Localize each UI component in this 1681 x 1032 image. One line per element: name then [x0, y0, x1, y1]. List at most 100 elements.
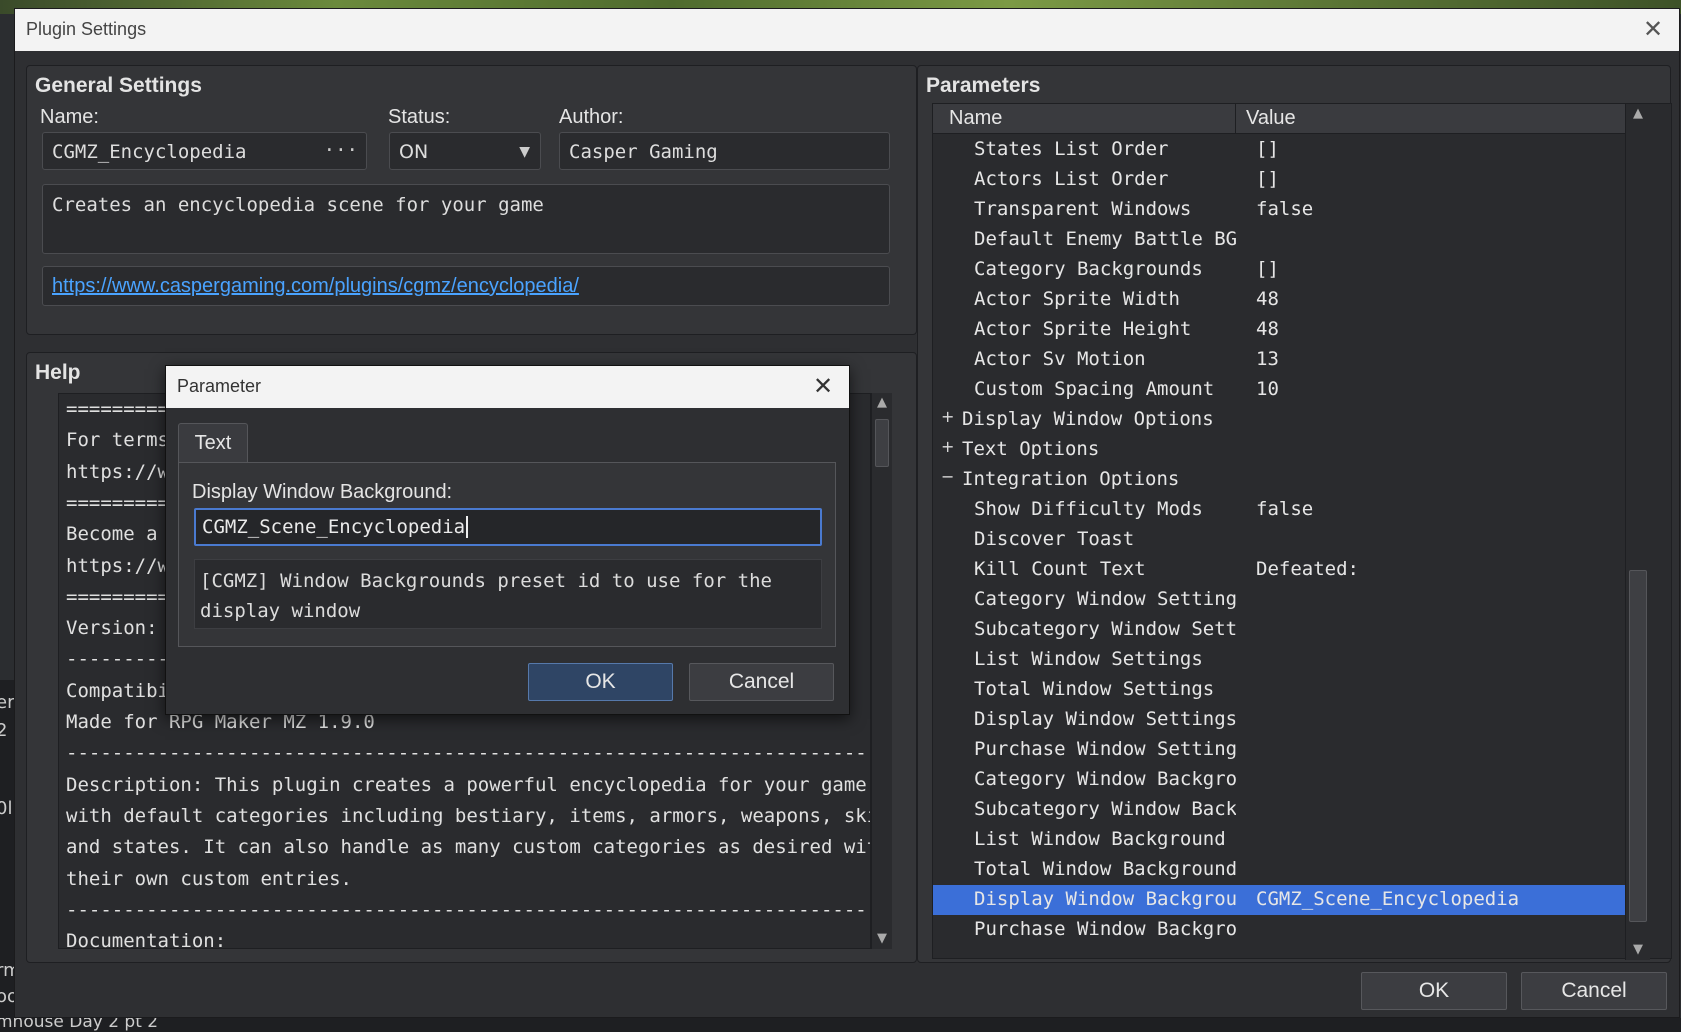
background-fragment: er	[0, 692, 14, 713]
tree-row[interactable]: Actors List Order []	[933, 165, 1625, 195]
param-name: Total Window Settings	[974, 678, 1215, 700]
help-line: ----------------------------------------…	[66, 898, 871, 921]
scroll-down-icon[interactable]: ▼	[872, 929, 892, 949]
description-field[interactable]: Creates an encyclopedia scene for your g…	[42, 184, 890, 254]
tree-row[interactable]: List Window Background	[933, 825, 1625, 855]
tree-row-selected[interactable]: Display Window Background CGMZ_Scene_Ency…	[933, 885, 1625, 915]
tree-row[interactable]: Default Enemy Battle BGM	[933, 225, 1625, 255]
param-name: Display Window Background	[974, 888, 1236, 910]
tree-row[interactable]: Category Backgrounds []	[933, 255, 1625, 285]
ok-button[interactable]: OK	[1361, 972, 1507, 1010]
tree-row[interactable]: Discover Toast	[933, 525, 1625, 555]
param-name: Discover Toast	[974, 528, 1135, 550]
help-scrollbar[interactable]: ▲ ▼	[871, 393, 892, 949]
scroll-up-icon[interactable]: ▲	[872, 393, 892, 413]
parameters-scrollbar[interactable]: ▲ ▼	[1625, 104, 1650, 960]
dialog-input-text: CGMZ_Scene_Encyclopedia	[202, 516, 466, 538]
help-line: Description: This plugin creates a power…	[66, 773, 871, 796]
dialog-title: Parameter	[177, 376, 262, 396]
dialog-ok-button[interactable]: OK	[528, 663, 673, 701]
help-line: =========	[66, 585, 169, 608]
status-value: ON	[399, 141, 429, 163]
tree-header: Name Value	[933, 104, 1625, 134]
param-name: Actor Sv Motion	[974, 348, 1146, 370]
scroll-down-icon[interactable]: ▼	[1626, 940, 1650, 960]
col-name-header[interactable]: Name	[949, 107, 1002, 130]
dialog-field-label: Display Window Background:	[192, 481, 453, 503]
tree-row[interactable]: + Text Options	[933, 435, 1625, 465]
parameters-scroll-thumb[interactable]	[1629, 570, 1647, 922]
url-field[interactable]: https://www.caspergaming.com/plugins/cgm…	[42, 266, 890, 306]
tree-row[interactable]: Total Window Settings	[933, 675, 1625, 705]
param-name: List Window Background	[974, 828, 1226, 850]
background-bottom-text: mhouse Day 2 pt 2	[0, 1018, 1681, 1032]
param-value: 48	[1256, 318, 1279, 340]
tree-row[interactable]: List Window Settings	[933, 645, 1625, 675]
tab-text[interactable]: Text	[178, 423, 248, 463]
tree-row[interactable]: Category Window Settings	[933, 585, 1625, 615]
dialog-cancel-button[interactable]: Cancel	[689, 663, 834, 701]
close-icon[interactable]: ✕	[807, 371, 839, 403]
background-fragment: rm	[0, 960, 14, 981]
tree-row[interactable]: Subcategory Window Sett···	[933, 615, 1625, 645]
param-name: Purchase Window Settings	[974, 738, 1236, 760]
param-name: Actors List Order	[974, 168, 1169, 190]
help-line: =========	[66, 491, 169, 514]
param-name: List Window Settings	[974, 648, 1203, 670]
dialog-value-input[interactable]: CGMZ_Scene_Encyclopedia	[194, 508, 822, 546]
general-settings-group: General Settings Name: CGMZ_Encyclopedia…	[26, 65, 917, 335]
help-line: and states. It can also handle as many c…	[66, 836, 871, 859]
tree-row[interactable]: − Integration Options	[933, 465, 1625, 495]
name-field[interactable]: CGMZ_Encyclopedia ···	[42, 132, 367, 170]
background-fragment: 0l	[0, 798, 13, 819]
tree-row[interactable]: Actor Sprite Height 48	[933, 315, 1625, 345]
status-select[interactable]: ON ▼	[389, 132, 541, 170]
tree-row[interactable]: Purchase Window Backgro···	[933, 915, 1625, 945]
tree-row[interactable]: Transparent Windows false	[933, 195, 1625, 225]
title-bar: Plugin Settings ✕	[15, 9, 1679, 51]
param-value: false	[1256, 498, 1314, 520]
tree-row[interactable]: Subcategory Window Back···	[933, 795, 1625, 825]
tree-row[interactable]: Kill Count Text Defeated:	[933, 555, 1625, 585]
param-value: 10	[1256, 378, 1279, 400]
param-name: Total Window Background	[974, 858, 1236, 880]
name-value: CGMZ_Encyclopedia	[52, 141, 247, 163]
param-name: Display Window Options	[962, 408, 1214, 430]
tree-row[interactable]: States List Order []	[933, 135, 1625, 165]
plugin-url-link[interactable]: https://www.caspergaming.com/plugins/cgm…	[52, 275, 579, 297]
param-value: []	[1256, 138, 1279, 160]
window-title: Plugin Settings	[26, 19, 147, 39]
parameters-tree: Name Value States List Order[] Actors Lis…	[932, 103, 1672, 960]
background-left-fragments: er 2 0l rm oo	[0, 680, 14, 1032]
help-line: ----------------------------------------…	[66, 742, 871, 765]
tree-row[interactable]: + Display Window Options	[933, 405, 1625, 435]
param-name: Actor Sprite Width	[974, 288, 1180, 310]
browse-button[interactable]: ···	[324, 133, 358, 169]
collapse-icon[interactable]: −	[941, 467, 954, 486]
parameter-dialog: Parameter ✕ Text Display Window Backgrou…	[165, 365, 850, 715]
tree-row[interactable]: Actor Sprite Width 48	[933, 285, 1625, 315]
help-title: Help	[35, 361, 81, 384]
expand-icon[interactable]: +	[941, 437, 954, 456]
param-value: CGMZ_Scene_Encyclopedia	[1256, 888, 1520, 910]
expand-icon[interactable]: +	[941, 407, 954, 426]
param-name: Text Options	[962, 438, 1100, 460]
tree-row[interactable]: Category Window Backgro···	[933, 765, 1625, 795]
background-fragment: oo	[0, 986, 14, 1007]
tree-row[interactable]: Total Window Background	[933, 855, 1625, 885]
general-settings-title: General Settings	[35, 74, 202, 97]
tree-row[interactable]: Purchase Window Settings	[933, 735, 1625, 765]
cancel-button[interactable]: Cancel	[1521, 972, 1667, 1010]
col-value-header[interactable]: Value	[1246, 107, 1296, 130]
close-icon[interactable]: ✕	[1637, 14, 1669, 46]
tree-row[interactable]: Actor Sv Motion 13	[933, 345, 1625, 375]
author-value: Casper Gaming	[569, 141, 718, 163]
author-field[interactable]: Casper Gaming	[559, 132, 890, 170]
param-name: Show Difficulty Mods	[974, 498, 1203, 520]
tree-row[interactable]: Custom Spacing Amount 10	[933, 375, 1625, 405]
tree-row[interactable]: Display Window Settings	[933, 705, 1625, 735]
param-value: []	[1256, 258, 1279, 280]
scroll-up-icon[interactable]: ▲	[1626, 104, 1650, 124]
help-scroll-thumb[interactable]	[875, 419, 889, 467]
tree-row[interactable]: Show Difficulty Mods false	[933, 495, 1625, 525]
